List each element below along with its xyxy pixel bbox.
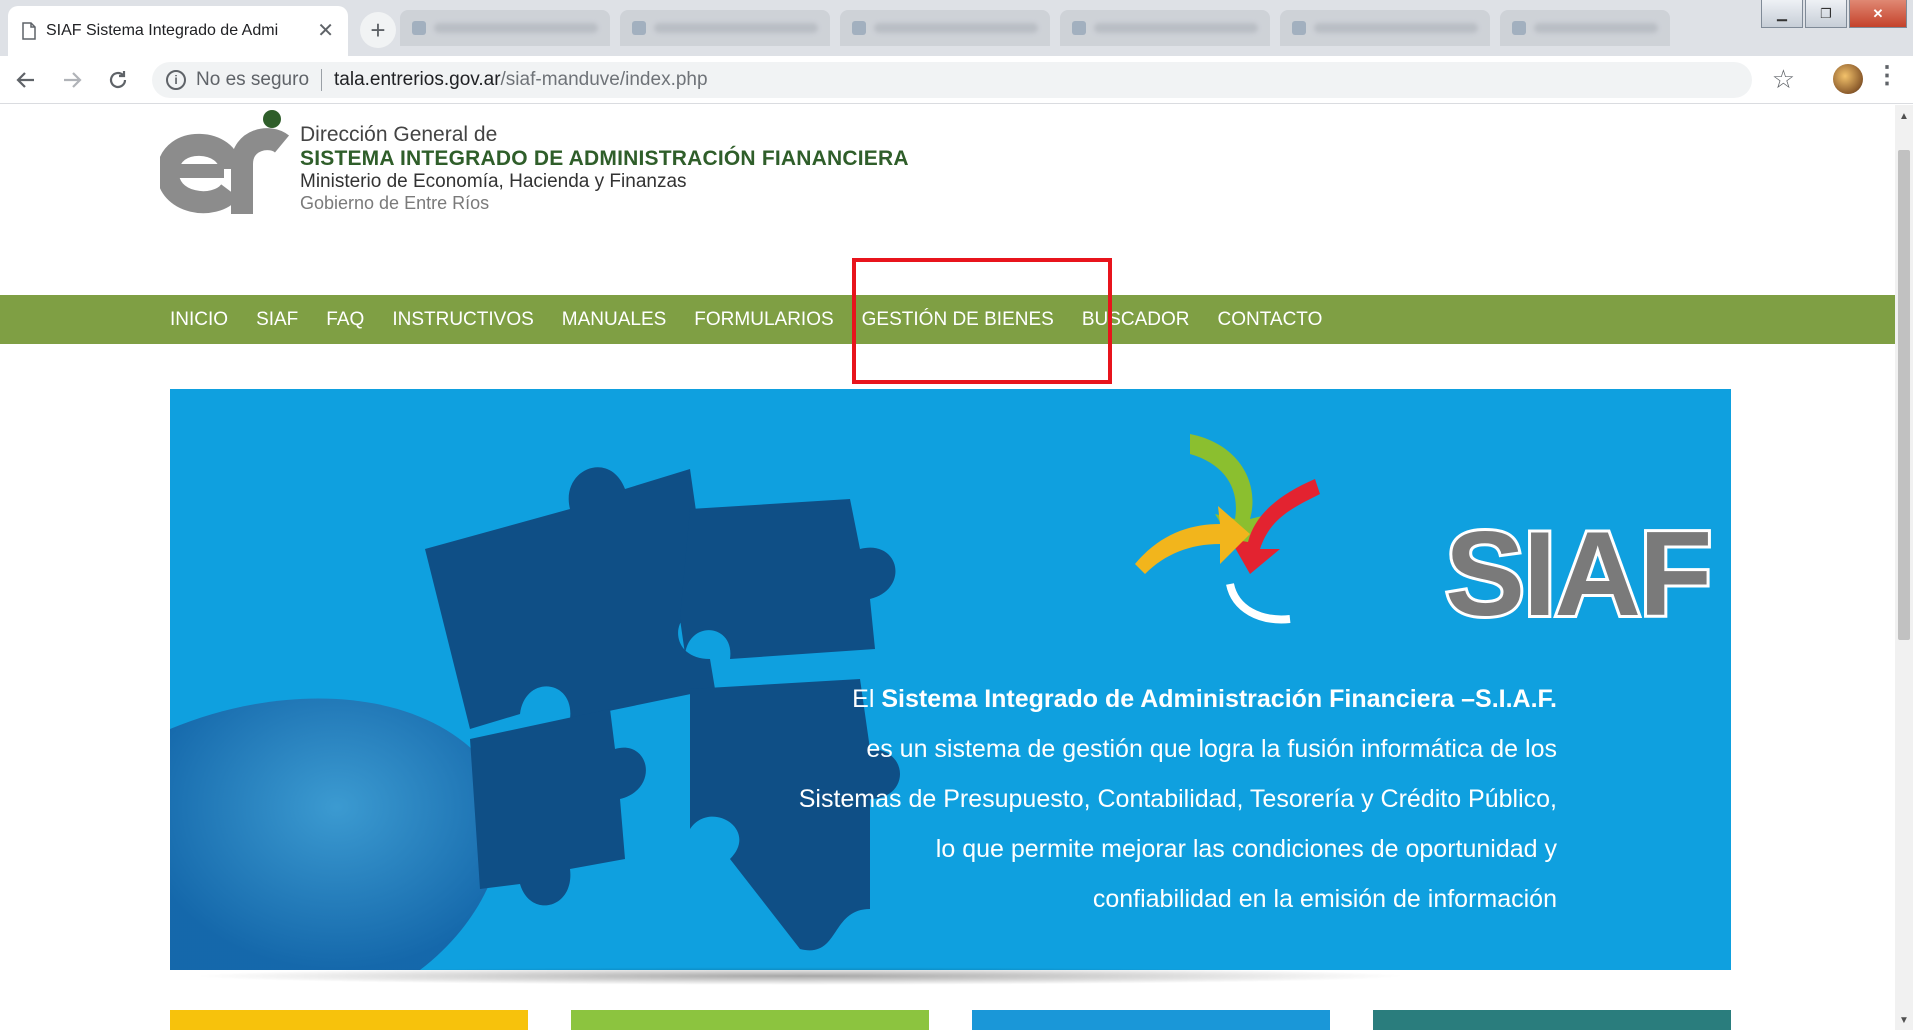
hero-line-2: es un sistema de gestión que logra la fu… [866,735,1557,763]
new-tab-button[interactable]: + [360,12,396,48]
siaf-logo-word: SIAF [1442,507,1715,641]
reload-icon[interactable] [98,60,138,100]
header-line-sistema: SISTEMA INTEGRADO DE ADMINISTRACIÓN FIAN… [300,147,909,171]
header-line-gobierno: Gobierno de Entre Ríos [300,193,490,214]
forward-arrow-icon[interactable] [52,60,92,100]
blurred-tab-title [874,23,1038,33]
background-tab[interactable] [1500,10,1670,46]
info-icon[interactable]: i [166,70,186,90]
header-text-block: Dirección General de SISTEMA INTEGRADO D… [300,123,909,214]
scrollbar-thumb[interactable] [1898,150,1910,640]
nav-item-formularios[interactable]: FORMULARIOS [694,309,833,331]
tab-favicon-icon [852,21,866,35]
address-bar[interactable]: i No es seguro tala.entrerios.gov.ar/sia… [152,62,1752,98]
hero-banner: SIAF El Sistema Integrado de Administrac… [170,389,1731,970]
url-host: tala.entrerios.gov.ar [334,69,501,90]
background-tab[interactable] [840,10,1050,46]
blurred-tab-title [1534,23,1658,33]
restore-icon[interactable]: ❐ [1805,0,1847,28]
background-tab[interactable] [620,10,830,46]
browser-tabstrip: SIAF Sistema Integrado de Admi ✕ + ▁ ❐ ✕ [0,0,1913,56]
scroll-up-icon[interactable]: ▲ [1899,111,1909,122]
tab-favicon-icon [1512,21,1526,35]
blurred-tab-title [434,23,598,33]
window-close-icon[interactable]: ✕ [1849,0,1907,28]
page-viewport: Dirección General de SISTEMA INTEGRADO D… [0,105,1895,1030]
tile-blue[interactable] [972,1010,1330,1030]
tab-favicon-icon [632,21,646,35]
highlight-annotation-box [852,258,1112,384]
blurred-tab-title [1094,23,1258,33]
page-scrollbar[interactable]: ▲ ▼ [1895,105,1913,1030]
hero-text-bold: Sistema Integrado de Administración Fina… [881,685,1557,713]
security-label[interactable]: No es seguro [196,69,309,91]
header-line-direccion: Dirección General de [300,123,498,146]
tab-favicon-icon [1072,21,1086,35]
hero-line-5: confiabilidad en la emisión de informaci… [1092,885,1557,913]
scroll-down-icon[interactable]: ▼ [1899,1015,1909,1026]
nav-item-instructivos[interactable]: INSTRUCTIVOS [392,309,533,331]
nav-item-siaf[interactable]: SIAF [256,309,298,331]
hero-line-1: El Sistema Integrado de Administración F… [799,674,1557,724]
er-logo-icon [160,110,290,214]
tile-green[interactable] [571,1010,929,1030]
tab-favicon-icon [1292,21,1306,35]
hero-line-3: Sistemas de Presupuesto, Contabilidad, T… [798,785,1557,813]
tab-favicon-icon [412,21,426,35]
background-tab[interactable] [1060,10,1270,46]
nav-item-inicio[interactable]: INICIO [170,309,228,331]
tile-yellow[interactable] [170,1010,528,1030]
background-tab[interactable] [1280,10,1490,46]
tab-title: SIAF Sistema Integrado de Admi [46,22,279,39]
hero-line-4: lo que permite mejorar las condiciones d… [935,835,1557,863]
site-header[interactable]: Dirección General de SISTEMA INTEGRADO D… [160,109,960,219]
address-separator [321,69,323,91]
page-icon [22,22,36,40]
hero-description: El Sistema Integrado de Administración F… [799,674,1557,924]
minimize-icon[interactable]: ▁ [1761,0,1803,28]
profile-avatar[interactable] [1833,64,1863,94]
background-tab[interactable] [400,10,610,46]
back-arrow-icon[interactable] [6,60,46,100]
window-controls: ▁ ❐ ✕ [1761,0,1907,30]
url-path: /siaf-manduve/index.php [500,69,708,90]
hero-shadow [190,967,1410,985]
hero-text-prefix: El [852,685,882,713]
tile-teal[interactable] [1373,1010,1731,1030]
nav-item-manuales[interactable]: MANUALES [562,309,667,331]
tab-close-icon[interactable]: ✕ [317,21,334,41]
nav-item-faq[interactable]: FAQ [326,309,364,331]
bookmark-star-icon[interactable]: ☆ [1772,64,1795,95]
blurred-tab-title [1314,23,1478,33]
siaf-logo-icon [1135,434,1320,624]
browser-menu-icon[interactable]: ⋮ [1875,64,1899,88]
browser-tab-active[interactable]: SIAF Sistema Integrado de Admi ✕ [8,6,348,56]
header-line-ministerio: Ministerio de Economía, Hacienda y Finan… [300,171,687,193]
nav-item-contacto[interactable]: CONTACTO [1218,309,1323,331]
blurred-tab-title [654,23,818,33]
browser-toolbar: i No es seguro tala.entrerios.gov.ar/sia… [0,56,1913,104]
